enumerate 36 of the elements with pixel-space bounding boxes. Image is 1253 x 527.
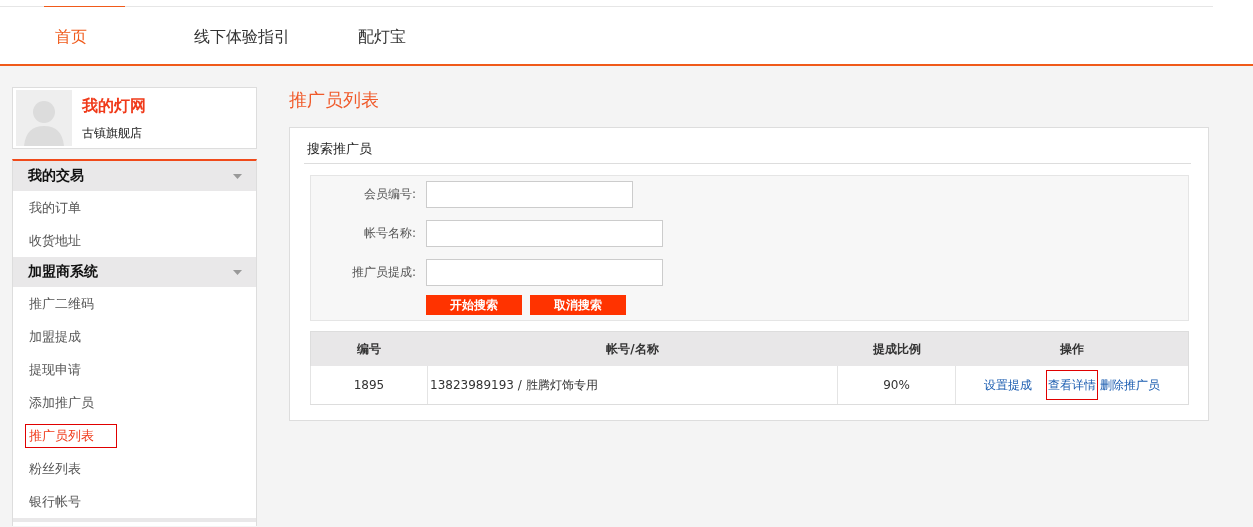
store-subtitle: 古镇旗舰店 [82, 125, 143, 142]
nav-tab[interactable]: 首页 [0, 27, 142, 48]
action-link[interactable]: 删除推广员 [1097, 369, 1162, 400]
menu-item[interactable]: 推广二维码 [25, 291, 98, 316]
store-title[interactable]: 我的灯网 [82, 96, 146, 117]
menu-item[interactable]: 收货地址 [25, 228, 85, 253]
menu-group-header[interactable]: 加盟商系统 [13, 257, 256, 287]
table-cell: 90% [837, 366, 956, 405]
action-link[interactable]: 设置提成 [982, 369, 1035, 400]
column-header: 操作 [955, 331, 1189, 366]
nav-tab[interactable]: 线下体验指引 [142, 27, 342, 48]
menu-group-header[interactable]: 我的交易 [13, 161, 256, 191]
nav-tab[interactable]: 配灯宝 [342, 27, 422, 48]
menu-item[interactable]: 我的订单 [25, 195, 85, 220]
menu-item[interactable]: 加盟提成 [25, 324, 85, 349]
page-title: 推广员列表 [289, 88, 380, 112]
action-link[interactable]: 查看详情 [1045, 369, 1098, 400]
menu-item[interactable]: 提现申请 [25, 357, 85, 382]
search-button[interactable]: 开始搜索 [426, 295, 522, 315]
field-label: 帐号名称: [362, 225, 416, 242]
field-label: 推广员提成: [350, 264, 416, 281]
menu-item[interactable]: 银行帐号 [25, 489, 85, 514]
input-field[interactable] [426, 259, 663, 286]
input-field[interactable] [426, 220, 663, 247]
menu-item[interactable]: 推广员列表 [25, 423, 117, 448]
menu-item[interactable]: 添加推广员 [25, 390, 98, 415]
column-header: 编号 [310, 331, 428, 366]
table-cell: 13823989193 / 胜腾灯饰专用 [427, 366, 838, 405]
input-field[interactable] [426, 181, 633, 208]
field-label: 会员编号: [362, 186, 416, 203]
panel-title: 搜索推广员 [304, 136, 1191, 164]
search-button[interactable]: 取消搜索 [530, 295, 626, 315]
menu-item[interactable]: 粉丝列表 [25, 456, 85, 481]
column-header: 提成比例 [837, 331, 956, 366]
column-header: 帐号/名称 [427, 331, 838, 366]
table-cell: 1895 [310, 366, 428, 405]
